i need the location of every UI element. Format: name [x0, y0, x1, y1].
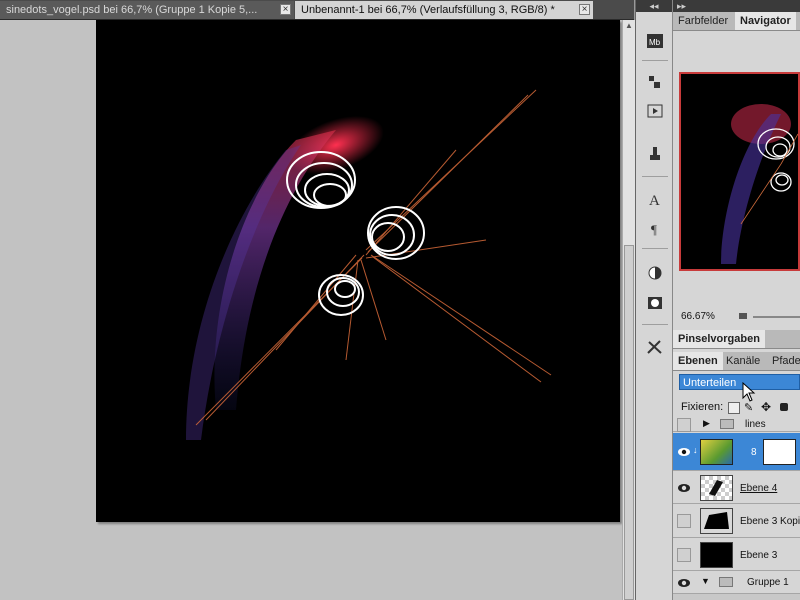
lock-label: Fixieren:: [681, 401, 724, 413]
masks-icon[interactable]: [644, 292, 666, 314]
layer-thumbnail: [700, 542, 733, 568]
paragraph-icon[interactable]: ¶: [644, 218, 666, 240]
layer-row-ebene-3[interactable]: Ebene 3: [673, 539, 800, 571]
lock-row: Fixieren: ✎ ✥: [673, 398, 800, 416]
zoom-out-icon[interactable]: [739, 313, 747, 319]
folder-icon: [720, 419, 734, 429]
navigator-tab-bar: Farbfelder Navigator: [673, 12, 800, 31]
lock-position-icon[interactable]: ✥: [761, 400, 771, 414]
collapse-icon[interactable]: ◂◂: [636, 0, 672, 12]
scroll-up-icon[interactable]: ▲: [623, 20, 635, 32]
navigator-thumbnail: [721, 104, 798, 264]
tab-ebenen[interactable]: Ebenen: [673, 352, 723, 370]
layer-row-ebene-4[interactable]: Ebene 4: [673, 472, 800, 504]
actions-icon[interactable]: [644, 100, 666, 122]
mouse-cursor-icon: [742, 382, 756, 402]
layer-row-lines[interactable]: ▶ lines: [673, 416, 800, 432]
separator: [642, 248, 668, 249]
character-icon[interactable]: A: [644, 188, 666, 210]
lock-pixels-icon[interactable]: ✎: [744, 401, 753, 414]
layer-name[interactable]: Ebene 3: [740, 550, 777, 561]
adjustments-icon[interactable]: [644, 262, 666, 284]
workspace: [0, 20, 622, 600]
tab-kanaele[interactable]: Kanäle: [721, 352, 765, 370]
layer-name[interactable]: lines: [745, 419, 766, 430]
eye-icon[interactable]: [677, 576, 691, 590]
mini-bridge-icon[interactable]: Mb: [644, 30, 666, 52]
layer-name[interactable]: Gruppe 1: [747, 577, 789, 588]
separator: [642, 324, 668, 325]
vertical-scrollbar[interactable]: ▲: [622, 20, 635, 600]
mask-thumbnail: [763, 439, 796, 465]
visibility-toggle[interactable]: [677, 548, 691, 562]
clone-source-icon[interactable]: [644, 144, 666, 166]
layers-panel-bottom: [673, 594, 800, 600]
layer-row-ebene-3-kopie[interactable]: Ebene 3 Kopie: [673, 505, 800, 538]
layer-row-gradient-fill[interactable]: ↓ 8: [673, 433, 800, 471]
layer-thumbnail: [700, 508, 733, 534]
brush-presets-tab-bar: Pinselvorgaben: [673, 330, 800, 349]
lock-transparency-icon[interactable]: [728, 402, 740, 414]
layer-name[interactable]: Ebene 3 Kopie: [740, 516, 800, 527]
visibility-toggle[interactable]: [677, 514, 691, 528]
navigator-zoom-row: 66.67%: [673, 308, 800, 326]
tab-navigator[interactable]: Navigator: [735, 12, 796, 30]
panel-icons-column: ◂◂ Mb A ¶: [635, 0, 673, 600]
scroll-thumb[interactable]: [624, 245, 634, 600]
right-panels: ▸▸ Farbfelder Navigator 66.67% Pinselvor…: [673, 0, 800, 600]
svg-text:¶: ¶: [651, 222, 657, 237]
artwork-image: [186, 89, 552, 440]
separator: [642, 176, 668, 177]
zoom-slider[interactable]: [753, 316, 800, 318]
lock-all-icon[interactable]: [780, 403, 788, 411]
zoom-value[interactable]: 66.67%: [681, 311, 715, 322]
visibility-toggle[interactable]: [677, 418, 691, 432]
layer-row-gruppe-1[interactable]: ▼ Gruppe 1: [673, 572, 800, 594]
close-icon[interactable]: ×: [579, 4, 590, 15]
svg-text:Mb: Mb: [649, 38, 661, 47]
folder-icon: [719, 577, 733, 587]
link-icon[interactable]: 8: [751, 447, 757, 458]
layer-name[interactable]: Ebene 4: [740, 483, 777, 494]
expand-arrow-icon[interactable]: ▶: [703, 418, 710, 429]
document-tab-bar: sinedots_vogel.psd bei 66,7% (Gruppe 1 K…: [0, 0, 634, 20]
document-tab-unbenannt[interactable]: Unbenannt-1 bei 66,7% (Verlaufsfüllung 3…: [295, 1, 593, 19]
close-icon[interactable]: ×: [280, 4, 291, 15]
tab-farbfelder[interactable]: Farbfelder: [673, 12, 733, 30]
history-icon[interactable]: [644, 71, 666, 93]
tab-label: Unbenannt-1 bei 66,7% (Verlaufsfüllung 3…: [301, 4, 555, 16]
eye-icon[interactable]: [677, 481, 691, 495]
blend-mode-select[interactable]: Unterteilen: [679, 374, 800, 390]
gradient-thumbnail: [700, 439, 733, 465]
eye-icon[interactable]: [677, 445, 691, 459]
separator: [642, 60, 668, 61]
collapse-arrow-icon[interactable]: ▼: [701, 576, 710, 586]
tool-presets-icon[interactable]: [644, 336, 666, 358]
panel-dock-header: ▸▸: [673, 0, 800, 12]
document-tab-sinedots[interactable]: sinedots_vogel.psd bei 66,7% (Gruppe 1 K…: [0, 1, 294, 19]
tab-label: sinedots_vogel.psd bei 66,7% (Gruppe 1 K…: [6, 4, 258, 16]
clipping-arrow-icon: ↓: [693, 445, 698, 455]
navigator-preview[interactable]: [679, 72, 800, 271]
layers-tab-bar: Ebenen Kanäle Pfade: [673, 352, 800, 371]
tab-pinselvorgaben[interactable]: Pinselvorgaben: [673, 330, 765, 348]
layer-thumbnail: [700, 475, 733, 501]
document-canvas[interactable]: [96, 20, 620, 522]
tab-pfade[interactable]: Pfade: [767, 352, 800, 370]
svg-text:A: A: [649, 193, 660, 207]
